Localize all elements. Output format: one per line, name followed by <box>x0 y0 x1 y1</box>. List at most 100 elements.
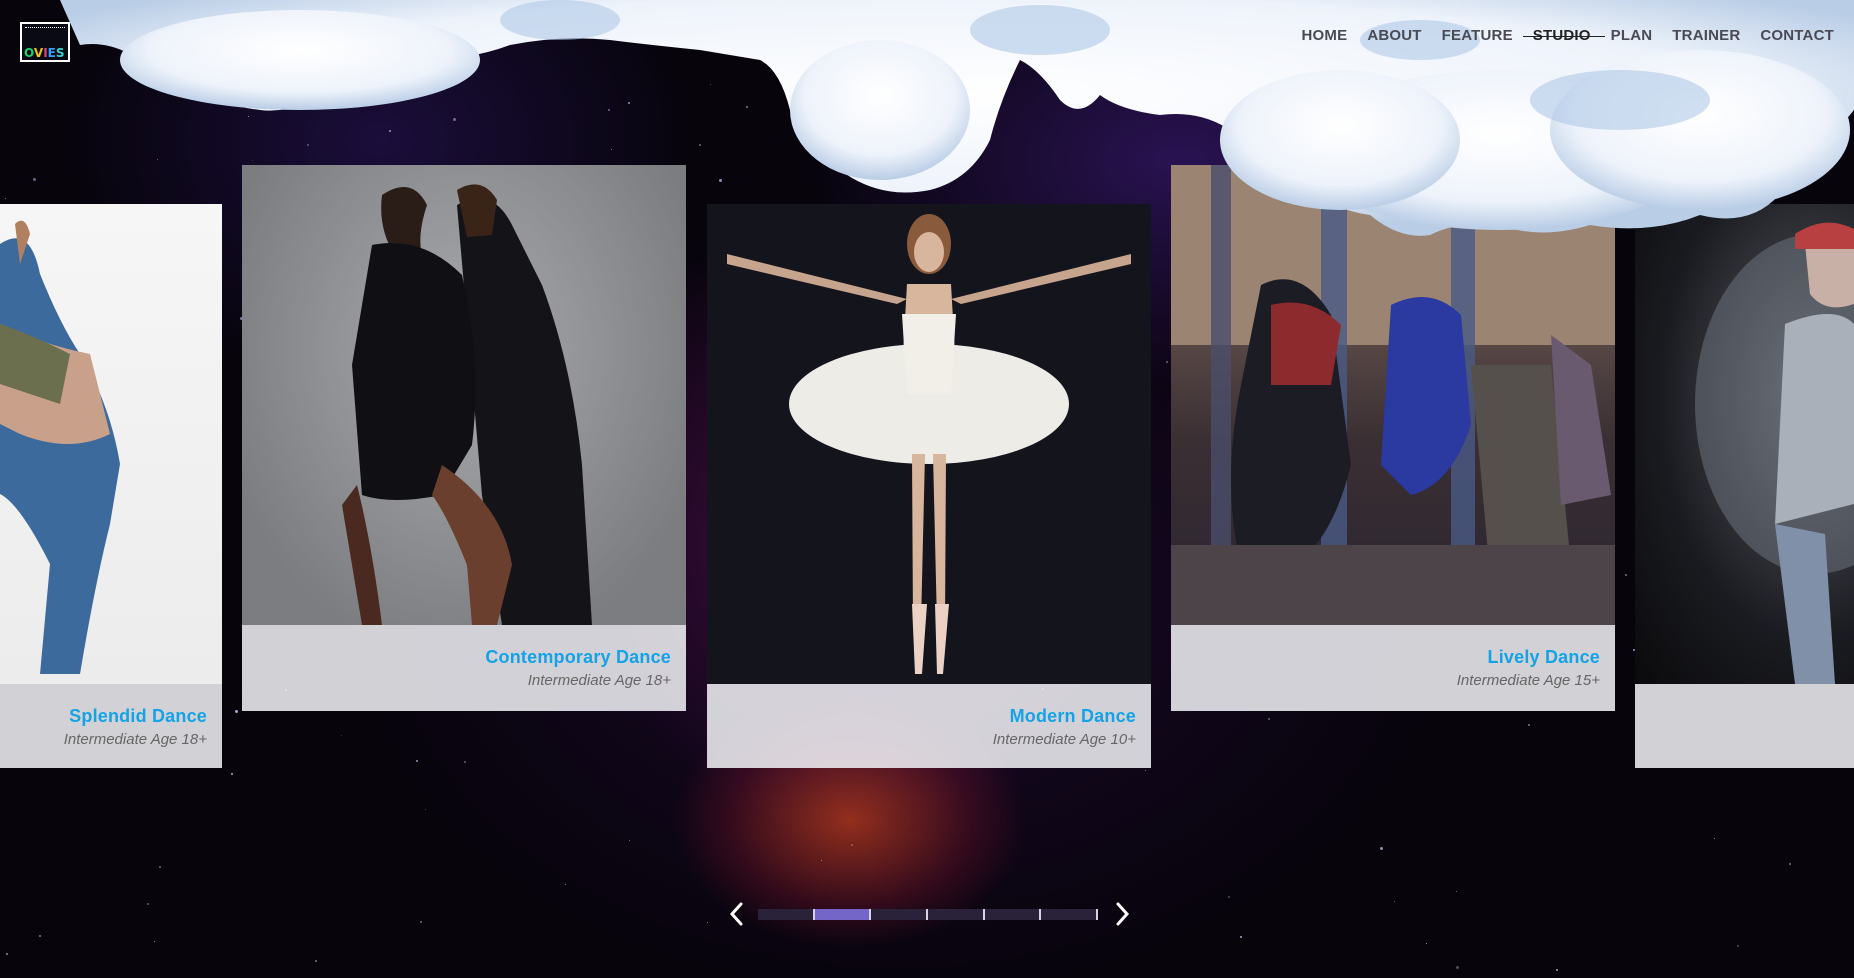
hip-hop-dancer-illustration <box>0 220 120 674</box>
star <box>157 159 158 160</box>
logo-letter: V <box>33 46 44 60</box>
nav-about[interactable]: ABOUT <box>1367 27 1421 44</box>
card-title[interactable]: Splendid Dance <box>0 706 207 727</box>
nav-plan[interactable]: PLAN <box>1611 27 1653 44</box>
card-title[interactable]: Contemporary Dance <box>242 647 671 668</box>
logo-decoration <box>25 27 65 30</box>
dancer-photo <box>1171 165 1615 625</box>
flamenco-dancers-illustration <box>1171 165 1615 625</box>
star <box>628 102 630 104</box>
star <box>1394 901 1395 902</box>
slider-dot[interactable] <box>871 909 929 920</box>
brand-logo[interactable]: OVIES <box>20 22 70 62</box>
star <box>159 866 161 868</box>
dance-card-modern[interactable]: Modern Dance Intermediate Age 10+ <box>707 204 1151 768</box>
star <box>231 773 233 775</box>
star <box>1380 847 1383 850</box>
slider-next-button[interactable] <box>1111 900 1133 928</box>
star <box>453 118 456 121</box>
card-level: Intermediate Age 18+ <box>527 672 671 689</box>
dance-card-partial[interactable] <box>1635 204 1854 768</box>
dancer-photo <box>1635 204 1854 684</box>
star <box>5 198 6 199</box>
star <box>1527 66 1529 68</box>
star <box>1625 574 1627 576</box>
star <box>1355 156 1358 159</box>
star <box>611 149 612 150</box>
slider-dot[interactable] <box>1041 909 1099 920</box>
star <box>1737 945 1739 947</box>
logo-letter: E <box>47 46 56 60</box>
card-level: Intermediate Age 10+ <box>992 731 1136 748</box>
dancer-photo <box>242 165 686 626</box>
dance-card-splendid[interactable]: Splendid Dance Intermediate Age 18+ <box>0 204 222 768</box>
card-caption: Contemporary Dance Intermediate Age 18+ <box>242 625 686 711</box>
dance-card-contemporary[interactable]: Contemporary Dance Intermediate Age 18+ <box>242 165 686 711</box>
star <box>389 130 391 132</box>
nav-trainer[interactable]: TRAINER <box>1672 27 1740 44</box>
nav-contact[interactable]: CONTACT <box>1760 27 1834 44</box>
card-caption: Modern Dance Intermediate Age 10+ <box>707 684 1151 768</box>
star <box>1216 74 1217 75</box>
star <box>147 903 149 905</box>
star <box>6 953 8 955</box>
star <box>1714 838 1715 839</box>
star <box>1811 5 1812 6</box>
star <box>629 840 630 841</box>
star <box>248 116 249 117</box>
star <box>315 960 317 962</box>
card-caption: Lively Dance Intermediate Age 15+ <box>1171 625 1615 711</box>
star <box>591 28 592 29</box>
star <box>1789 863 1791 865</box>
star <box>341 735 342 736</box>
star <box>1556 969 1558 971</box>
star <box>416 760 418 762</box>
star <box>1228 896 1230 898</box>
dancer-photo <box>707 204 1151 684</box>
star <box>1240 936 1242 938</box>
slider-prev-button[interactable] <box>726 900 748 928</box>
slider-pagination <box>758 909 1099 920</box>
star <box>298 92 300 94</box>
star <box>1145 770 1146 771</box>
star <box>420 921 422 923</box>
star <box>565 884 566 885</box>
ballerina-illustration <box>727 214 1131 674</box>
nav-feature[interactable]: FEATURE <box>1442 27 1513 44</box>
star <box>746 106 748 108</box>
main-nav: HOME ABOUT FEATURE STUDIO PLAN TRAINER C… <box>1282 27 1834 44</box>
star <box>608 109 610 111</box>
card-title[interactable]: Modern Dance <box>707 706 1136 727</box>
star <box>707 922 708 923</box>
star <box>1456 891 1457 892</box>
star <box>1555 91 1557 93</box>
star <box>33 178 36 181</box>
card-level: Intermediate Age 15+ <box>1456 672 1600 689</box>
dancer-photo <box>0 204 222 684</box>
slider-dot[interactable] <box>758 909 815 920</box>
nav-home[interactable]: HOME <box>1302 27 1348 44</box>
star <box>464 761 466 763</box>
slider-dot[interactable] <box>928 909 985 920</box>
card-title[interactable]: Lively Dance <box>1171 647 1600 668</box>
star <box>307 144 309 146</box>
star <box>425 809 426 810</box>
logo-wordmark: OVIES <box>24 47 65 59</box>
card-caption: Splendid Dance Intermediate Age 18+ <box>0 684 222 768</box>
star <box>39 935 41 937</box>
powder-dancer-illustration <box>1695 222 1854 684</box>
star <box>151 20 154 23</box>
star <box>851 844 853 846</box>
star <box>710 84 711 85</box>
star <box>1146 96 1149 99</box>
logo-letter: O <box>24 46 34 60</box>
star <box>719 179 722 182</box>
dance-card-lively[interactable]: Lively Dance Intermediate Age 15+ <box>1171 165 1615 711</box>
slider-dot[interactable] <box>814 909 872 920</box>
nav-studio[interactable]: STUDIO <box>1522 27 1605 44</box>
chevron-right-icon <box>1116 902 1130 926</box>
slider-dot[interactable] <box>984 909 1042 920</box>
couple-dancers-illustration <box>342 184 592 626</box>
star <box>252 160 253 161</box>
star <box>154 941 155 942</box>
